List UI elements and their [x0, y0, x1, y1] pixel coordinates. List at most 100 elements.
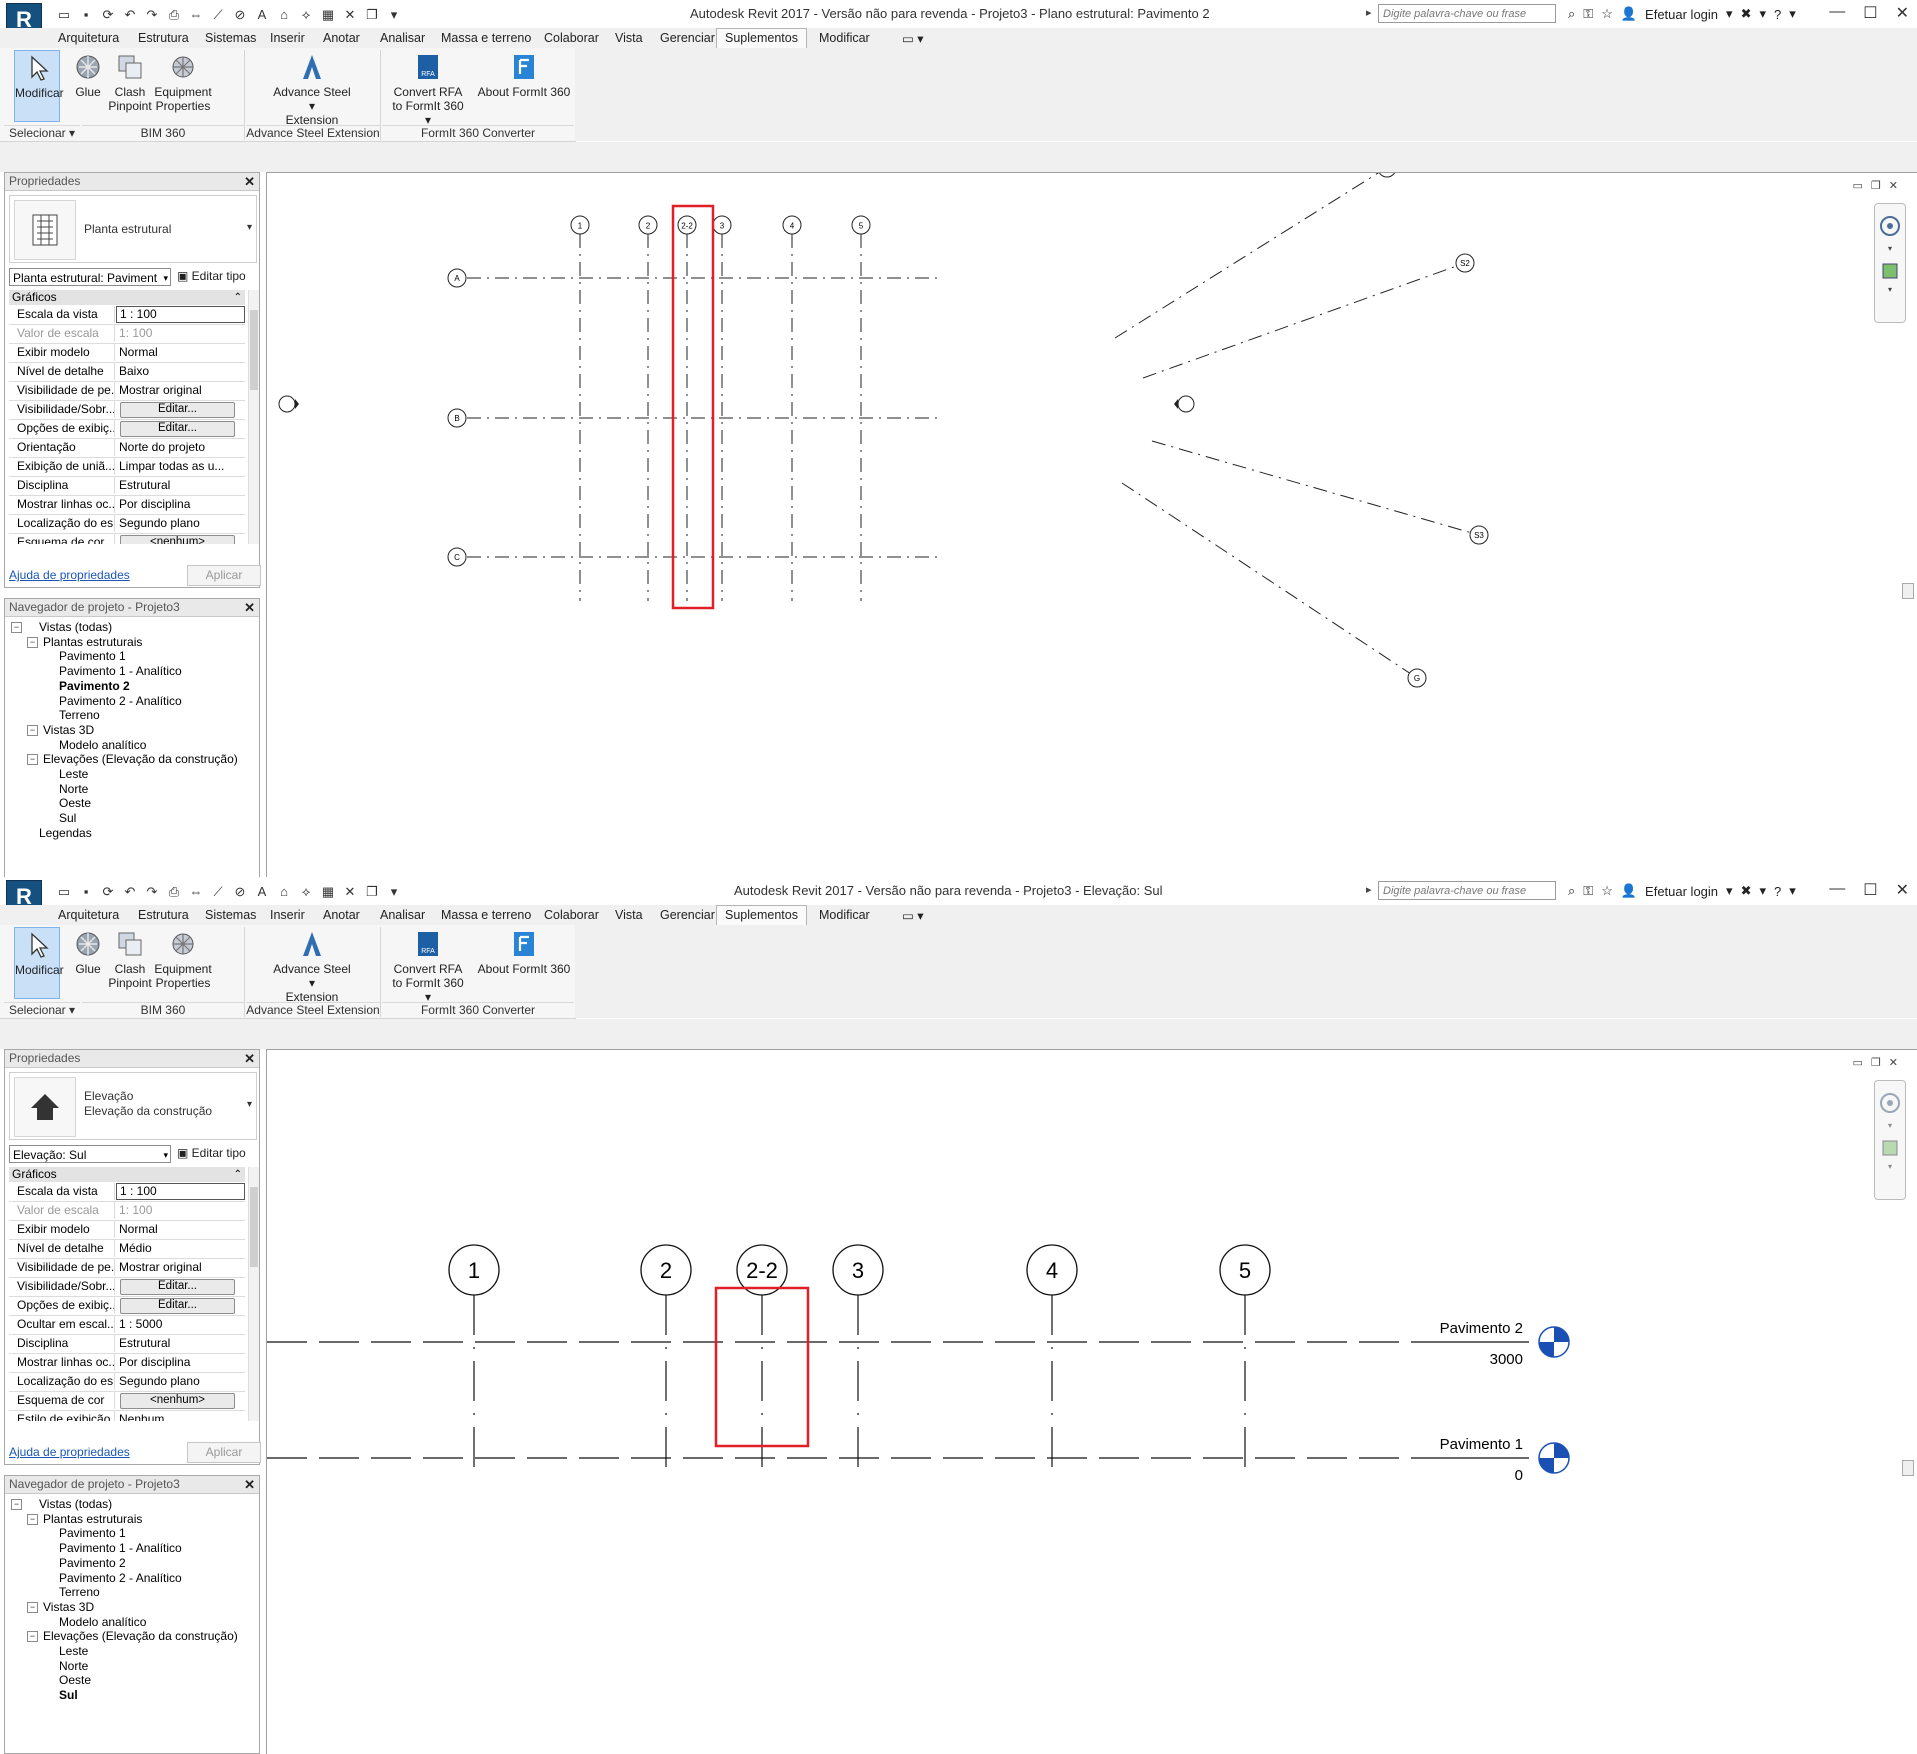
- tab-inserir[interactable]: Inserir: [270, 31, 305, 45]
- property-value[interactable]: Nenhum: [116, 1411, 245, 1421]
- panel-selecionar[interactable]: Selecionar ▾: [4, 125, 80, 141]
- property-value[interactable]: Estrutural: [116, 1335, 245, 1352]
- property-edit-button[interactable]: Editar...: [120, 1298, 235, 1314]
- binoculars-icon[interactable]: ⌕: [1568, 6, 1575, 22]
- property-value[interactable]: Por disciplina: [116, 1354, 245, 1371]
- convert-rfa-button[interactable]: RFA Convert RFA to FormIt 360 ▾: [390, 50, 466, 127]
- property-value[interactable]: Norte do projeto: [116, 439, 245, 456]
- tree-collapse-icon[interactable]: −: [27, 1513, 38, 1525]
- favorites-icon[interactable]: ☆: [1601, 883, 1613, 899]
- property-value[interactable]: Normal: [116, 1221, 245, 1238]
- tree-collapse-icon[interactable]: −: [27, 636, 38, 648]
- close-hidden-icon[interactable]: ✕: [342, 7, 358, 23]
- tree-item[interactable]: Plantas estruturais: [43, 1511, 142, 1527]
- tree-item[interactable]: Pavimento 1: [59, 1525, 126, 1541]
- search-input[interactable]: Digite palavra-chave ou frase: [1378, 881, 1556, 900]
- tree-item[interactable]: Norte: [59, 781, 88, 797]
- panel-selecionar[interactable]: Selecionar ▾: [4, 1002, 80, 1018]
- open-icon[interactable]: ▭: [56, 7, 72, 23]
- tree-item[interactable]: Modelo analítico: [59, 737, 146, 753]
- tab-analisar[interactable]: Analisar: [380, 31, 425, 45]
- tab-sistemas[interactable]: Sistemas: [205, 908, 256, 922]
- tree-item[interactable]: Terreno: [59, 1584, 100, 1600]
- tree-item[interactable]: Legendas: [39, 825, 92, 841]
- tab-anotar[interactable]: Anotar: [323, 31, 360, 45]
- exchange-icon[interactable]: ✖: [1741, 883, 1752, 899]
- tree-item[interactable]: Leste: [59, 766, 88, 782]
- tree-item[interactable]: Oeste: [59, 1672, 91, 1688]
- login-dropdown-icon[interactable]: ▾: [1726, 6, 1733, 22]
- tab-massa-e-terreno[interactable]: Massa e terreno: [441, 31, 531, 45]
- login-dropdown-icon[interactable]: ▾: [1726, 883, 1733, 899]
- tab-colaborar[interactable]: Colaborar: [544, 908, 599, 922]
- property-value[interactable]: 1 : 5000: [116, 1316, 245, 1333]
- tab-gerenciar[interactable]: Gerenciar: [660, 31, 715, 45]
- properties-scrollbar[interactable]: [248, 1167, 259, 1421]
- print-icon[interactable]: ⎙: [166, 884, 182, 900]
- tree-item[interactable]: Plantas estruturais: [43, 634, 142, 650]
- property-input[interactable]: 1 : 100: [116, 306, 245, 323]
- tree-item[interactable]: Vistas (todas): [39, 1496, 112, 1512]
- about-formit-button[interactable]: About FormIt 360: [476, 927, 572, 999]
- tree-collapse-icon[interactable]: −: [11, 1499, 22, 1510]
- save-icon[interactable]: ▪: [78, 884, 94, 900]
- property-value[interactable]: Segundo plano: [116, 515, 245, 532]
- tab-colaborar[interactable]: Colaborar: [544, 31, 599, 45]
- undo-icon[interactable]: ↶: [122, 884, 138, 900]
- tab-estrutura[interactable]: Estrutura: [138, 908, 189, 922]
- property-edit-button[interactable]: <nenhum>: [120, 1393, 235, 1409]
- redo-icon[interactable]: ↷: [144, 7, 160, 23]
- tree-collapse-icon[interactable]: −: [27, 1631, 38, 1643]
- modify-button[interactable]: Modificar: [14, 50, 64, 122]
- sync-icon[interactable]: ⟳: [100, 7, 116, 23]
- help-dropdown-icon[interactable]: ▾: [1789, 6, 1796, 22]
- undo-icon[interactable]: ↶: [122, 7, 138, 23]
- customize-qat-icon[interactable]: ▾: [386, 7, 402, 23]
- tab-anotar[interactable]: Anotar: [323, 908, 360, 922]
- 3d-view-icon[interactable]: ⌂: [276, 7, 292, 23]
- clash-pinpoint-button[interactable]: Clash Pinpoint: [108, 50, 152, 122]
- tree-item[interactable]: Oeste: [59, 795, 91, 811]
- switch-windows-icon[interactable]: ❐: [364, 7, 380, 23]
- property-value[interactable]: Mostrar original: [116, 1259, 245, 1276]
- subscription-icon[interactable]: ⚿: [1583, 883, 1593, 899]
- login-button[interactable]: Efetuar login: [1645, 7, 1718, 22]
- property-value[interactable]: Médio: [116, 1240, 245, 1257]
- favorites-icon[interactable]: ☆: [1601, 6, 1613, 22]
- property-value[interactable]: Estrutural: [116, 477, 245, 494]
- edit-type-button[interactable]: ▣ Editar tipo: [177, 1146, 246, 1160]
- property-value[interactable]: Limpar todas as u...: [116, 458, 245, 475]
- tag-icon[interactable]: ⊘: [232, 884, 248, 900]
- tab-suplementos[interactable]: Suplementos: [716, 28, 807, 48]
- tag-icon[interactable]: ⊘: [232, 7, 248, 23]
- tab-vista[interactable]: Vista: [615, 31, 643, 45]
- properties-help-link[interactable]: Ajuda de propriedades: [9, 1445, 130, 1459]
- plan-view-canvas[interactable]: ▭❐✕ ▾▾ 122-2345ABCS1S2S3G: [266, 172, 1917, 877]
- tree-item[interactable]: Pavimento 2: [59, 678, 130, 694]
- measure-icon[interactable]: ⇔: [188, 7, 204, 23]
- dimension-icon[interactable]: ⟋: [210, 7, 226, 23]
- tab-gerenciar[interactable]: Gerenciar: [660, 908, 715, 922]
- tree-item[interactable]: Norte: [59, 1658, 88, 1674]
- help-icon[interactable]: ?: [1774, 7, 1781, 22]
- minimize-icon[interactable]: —: [1829, 880, 1845, 900]
- property-value[interactable]: Por disciplina: [116, 496, 245, 513]
- section-icon[interactable]: ⟡: [298, 7, 314, 23]
- close-icon[interactable]: ✕: [1896, 3, 1909, 23]
- chevron-down-icon[interactable]: ▾: [247, 1099, 252, 1110]
- instance-filter-select[interactable]: Elevação: Sul ▾: [9, 1145, 171, 1163]
- tab-arquitetura[interactable]: Arquitetura: [58, 31, 119, 45]
- convert-rfa-button[interactable]: RFA Convert RFA to FormIt 360 ▾: [390, 927, 466, 1004]
- close-hidden-icon[interactable]: ✕: [342, 884, 358, 900]
- text-icon[interactable]: A: [254, 7, 270, 23]
- tree-item[interactable]: Sul: [59, 1687, 78, 1703]
- chevron-down-icon[interactable]: ▾: [247, 222, 252, 233]
- tab-massa-e-terreno[interactable]: Massa e terreno: [441, 908, 531, 922]
- tab-analisar[interactable]: Analisar: [380, 908, 425, 922]
- thin-lines-icon[interactable]: ▦: [320, 884, 336, 900]
- customize-qat-icon[interactable]: ▾: [386, 884, 402, 900]
- tree-collapse-icon[interactable]: −: [27, 754, 38, 766]
- tab-inserir[interactable]: Inserir: [270, 908, 305, 922]
- property-value[interactable]: Segundo plano: [116, 1373, 245, 1390]
- property-input[interactable]: 1 : 100: [116, 1183, 245, 1200]
